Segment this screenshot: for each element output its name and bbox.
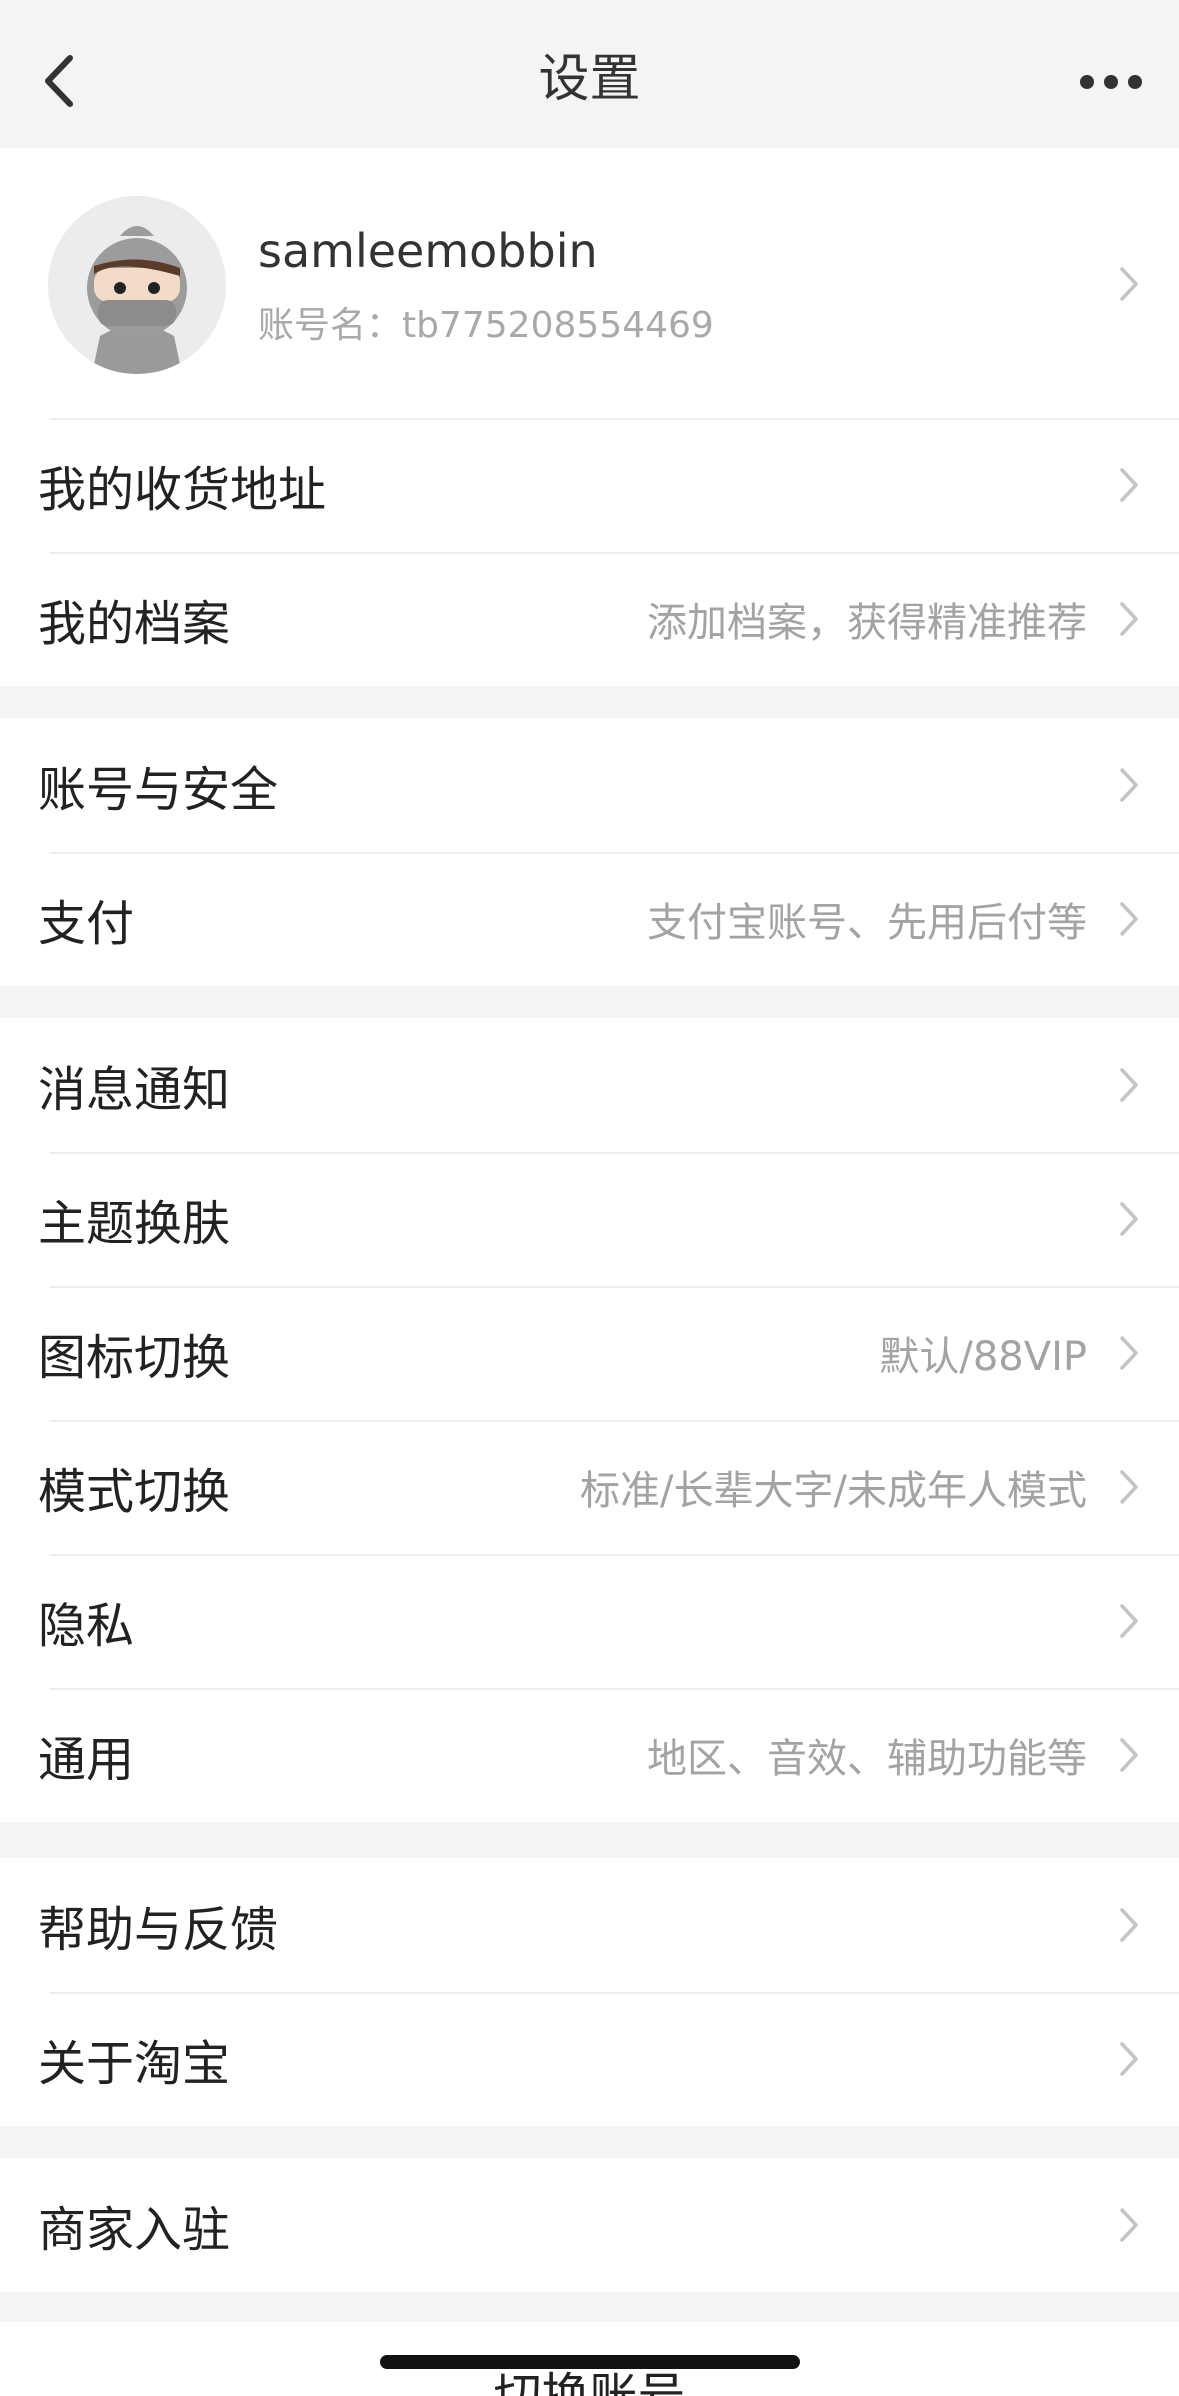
account-group: 账号与安全 支付 支付宝账号、先用后付等 xyxy=(0,718,1179,986)
settings-item-notifications[interactable]: 消息通知 xyxy=(0,1018,1179,1152)
chevron-right-icon xyxy=(1120,902,1138,936)
account-name: 账号名：tb775208554469 xyxy=(258,305,714,346)
settings-item-mode-switch[interactable]: 模式切换 标准/长辈大字/未成年人模式 xyxy=(0,1420,1179,1554)
item-label: 帮助与反馈 xyxy=(38,1902,279,1958)
item-value: 添加档案，获得精准推荐 xyxy=(647,600,1087,646)
item-label: 主题换肤 xyxy=(38,1196,231,1252)
ninja-avatar-icon xyxy=(48,196,226,374)
divider xyxy=(50,418,1179,420)
chevron-right-icon xyxy=(1120,1336,1138,1370)
settings-item-help-feedback[interactable]: 帮助与反馈 xyxy=(0,1858,1179,1992)
chevron-right-icon xyxy=(1120,2042,1138,2076)
settings-item-about[interactable]: 关于淘宝 xyxy=(0,1992,1179,2126)
divider xyxy=(50,852,1179,854)
chevron-left-icon[interactable] xyxy=(40,52,80,110)
chevron-right-icon xyxy=(1120,1202,1138,1236)
chevron-right-icon xyxy=(1120,1470,1138,1504)
divider xyxy=(50,1688,1179,1690)
item-label: 图标切换 xyxy=(38,1330,231,1386)
page-title: 设置 xyxy=(538,50,641,109)
more-dots-icon[interactable] xyxy=(1079,70,1143,94)
chevron-right-icon xyxy=(1120,1908,1138,1942)
settings-item-icon-switch[interactable]: 图标切换 默认/88VIP xyxy=(0,1286,1179,1420)
divider xyxy=(50,1286,1179,1288)
chevron-right-icon xyxy=(1120,1604,1138,1638)
settings-item-account-security[interactable]: 账号与安全 xyxy=(0,718,1179,852)
chevron-right-icon xyxy=(1120,468,1138,502)
item-label: 我的收货地址 xyxy=(38,462,327,518)
merchant-group: 商家入驻 xyxy=(0,2158,1179,2292)
item-label: 支付 xyxy=(38,896,135,952)
chevron-right-icon xyxy=(1120,768,1138,802)
profile-row[interactable]: samleemobbin 账号名：tb775208554469 xyxy=(0,148,1179,418)
settings-item-theme[interactable]: 主题换肤 xyxy=(0,1152,1179,1286)
settings-item-privacy[interactable]: 隐私 xyxy=(0,1554,1179,1688)
divider xyxy=(50,1420,1179,1422)
chevron-right-icon xyxy=(1120,1738,1138,1772)
avatar xyxy=(48,196,226,374)
item-label: 账号与安全 xyxy=(38,762,279,818)
username: samleemobbin xyxy=(258,224,598,278)
divider xyxy=(50,1554,1179,1556)
home-indicator xyxy=(380,2355,800,2369)
chevron-right-icon xyxy=(1120,602,1138,636)
help-group: 帮助与反馈 关于淘宝 xyxy=(0,1858,1179,2126)
chevron-right-icon xyxy=(1120,2208,1138,2242)
item-label: 隐私 xyxy=(38,1598,135,1654)
profile-group: samleemobbin 账号名：tb775208554469 我的收货地址 我… xyxy=(0,148,1179,686)
item-value: 地区、音效、辅助功能等 xyxy=(647,1736,1087,1782)
item-label: 我的档案 xyxy=(38,596,231,652)
item-value: 支付宝账号、先用后付等 xyxy=(647,900,1087,946)
divider xyxy=(50,552,1179,554)
divider xyxy=(50,1152,1179,1154)
settings-item-archive[interactable]: 我的档案 添加档案，获得精准推荐 xyxy=(0,552,1179,686)
settings-item-merchant[interactable]: 商家入驻 xyxy=(0,2158,1179,2292)
chevron-right-icon xyxy=(1120,267,1138,301)
item-label: 模式切换 xyxy=(38,1464,231,1520)
item-label: 消息通知 xyxy=(38,1062,231,1118)
item-label: 通用 xyxy=(38,1732,135,1788)
item-label: 商家入驻 xyxy=(38,2202,231,2258)
settings-item-address[interactable]: 我的收货地址 xyxy=(0,418,1179,552)
chevron-right-icon xyxy=(1120,1068,1138,1102)
nav-bar: 设置 xyxy=(0,0,1179,148)
item-value: 默认/88VIP xyxy=(879,1334,1087,1380)
item-label: 关于淘宝 xyxy=(38,2036,231,2092)
settings-item-general[interactable]: 通用 地区、音效、辅助功能等 xyxy=(0,1688,1179,1822)
general-group: 消息通知 主题换肤 图标切换 默认/88VIP 模式切换 标准/长辈大字/未成年… xyxy=(0,1018,1179,1822)
item-value: 标准/长辈大字/未成年人模式 xyxy=(580,1468,1087,1514)
divider xyxy=(50,1992,1179,1994)
settings-item-payment[interactable]: 支付 支付宝账号、先用后付等 xyxy=(0,852,1179,986)
